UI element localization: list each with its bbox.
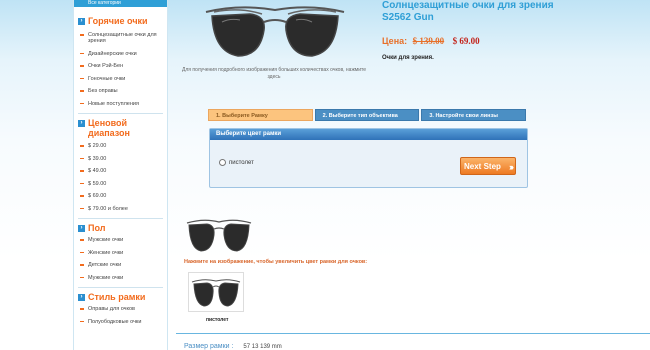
sidebar-item[interactable]: Полуободковые очки (74, 319, 167, 325)
sidebar-item[interactable]: Солнцезащитные очки для зрения (74, 32, 167, 44)
sidebar-item[interactable]: $ 69.00 (74, 193, 167, 199)
sidebar-heading: › Пол (74, 223, 167, 233)
sidebar-item[interactable]: Без оправы (74, 88, 167, 94)
sidebar-item[interactable]: $ 29.00 (74, 143, 167, 149)
sidebar-section-frame-style: › Стиль рамки Оправы для очков Полуободко… (74, 292, 167, 325)
price-label: Цена: (382, 36, 408, 46)
sidebar-heading: › Горячие очки (74, 16, 167, 26)
sidebar-item[interactable]: $ 79.00 и более (74, 206, 167, 212)
product-main-image[interactable] (200, 0, 350, 67)
next-step-button[interactable]: Next Step ››› (460, 157, 516, 175)
image-caption[interactable]: Для получения подробного изображения бол… (176, 67, 372, 81)
sidebar-section-gender: › Пол Мужские очки Женские очки Детские о… (74, 223, 167, 281)
sidebar-section-hot: › Горячие очки Солнцезащитные очки для зр… (74, 16, 167, 107)
frame-color-thumbnail-label: пистолет (206, 317, 229, 323)
double-chevron-right-icon: ››› (509, 162, 514, 172)
frame-color-panel: Выберите цвет рамки пистолет Next Step ›… (209, 128, 528, 188)
sidebar-item[interactable]: Новые поступления (74, 101, 167, 107)
sunglasses-icon (186, 219, 252, 252)
step-2-tab[interactable]: 2. Выберите тип объектива (314, 109, 420, 121)
step-3-tab[interactable]: 3. Настройте свои линзы (421, 109, 527, 121)
product-title: Солнцезащитные очки для зрения S2562 Gun (382, 0, 554, 23)
sidebar: Все категории › Горячие очки Солнцезащитн… (73, 0, 168, 350)
frame-size-label: Размер рамки : (184, 343, 234, 350)
sidebar-item[interactable]: Мужские очки (74, 237, 167, 243)
sunglasses-icon (205, 6, 345, 57)
divider (176, 333, 650, 334)
price-row: Цена: $ 139.00 $ 69.00 (382, 36, 480, 46)
frame-size-row: Размер рамки : 57 13 139 mm (184, 343, 282, 350)
sidebar-divider (78, 113, 163, 114)
sidebar-divider (78, 287, 163, 288)
sidebar-item[interactable]: Дизайнерские очки (74, 51, 167, 57)
sidebar-item[interactable]: Гоночные очки (74, 76, 167, 82)
sidebar-top-label[interactable]: Все категории (74, 0, 167, 7)
sidebar-item[interactable]: Женские очки (74, 250, 167, 256)
sidebar-item[interactable]: $ 39.00 (74, 156, 167, 162)
frame-color-option-label: пистолет (229, 159, 254, 166)
step-tabs: 1. Выберите Рамку 2. Выберите тип объект… (208, 109, 527, 121)
price-old: $ 139.00 (412, 36, 445, 46)
product-description: Очки для зрения. (382, 55, 434, 61)
thumbnail-hint: Нажмите на изображение, чтобы увеличить … (184, 259, 368, 265)
frame-color-option[interactable]: пистолет (219, 159, 254, 166)
sunglasses-icon (188, 272, 244, 312)
next-step-label: Next Step (464, 162, 501, 171)
sidebar-item[interactable]: $ 49.00 (74, 168, 167, 174)
sidebar-heading: › Ценовой диапазон (74, 118, 167, 138)
sidebar-item[interactable]: Очки Рэй-Бен (74, 63, 167, 69)
sidebar-item[interactable]: Оправы для очков (74, 306, 167, 312)
sidebar-heading: › Стиль рамки (74, 292, 167, 302)
product-thumbnail-large[interactable] (184, 215, 254, 260)
sidebar-item[interactable]: $ 59.00 (74, 181, 167, 187)
frame-color-thumbnail[interactable] (188, 272, 244, 317)
sidebar-item[interactable]: Детские очки (74, 262, 167, 268)
panel-title: Выберите цвет рамки (210, 129, 527, 140)
radio-button[interactable] (219, 159, 226, 166)
price-new: $ 69.00 (452, 36, 480, 46)
sidebar-divider (78, 218, 163, 219)
frame-size-value: 57 13 139 mm (243, 344, 282, 350)
sidebar-item[interactable]: Мужские очки (74, 275, 167, 281)
arrow-right-icon: › (78, 120, 85, 127)
arrow-right-icon: › (78, 294, 85, 301)
arrow-right-icon: › (78, 18, 85, 25)
arrow-right-icon: › (78, 225, 85, 232)
sidebar-section-price: › Ценовой диапазон $ 29.00 $ 39.00 $ 49.0… (74, 118, 167, 212)
step-1-tab[interactable]: 1. Выберите Рамку (208, 109, 313, 121)
